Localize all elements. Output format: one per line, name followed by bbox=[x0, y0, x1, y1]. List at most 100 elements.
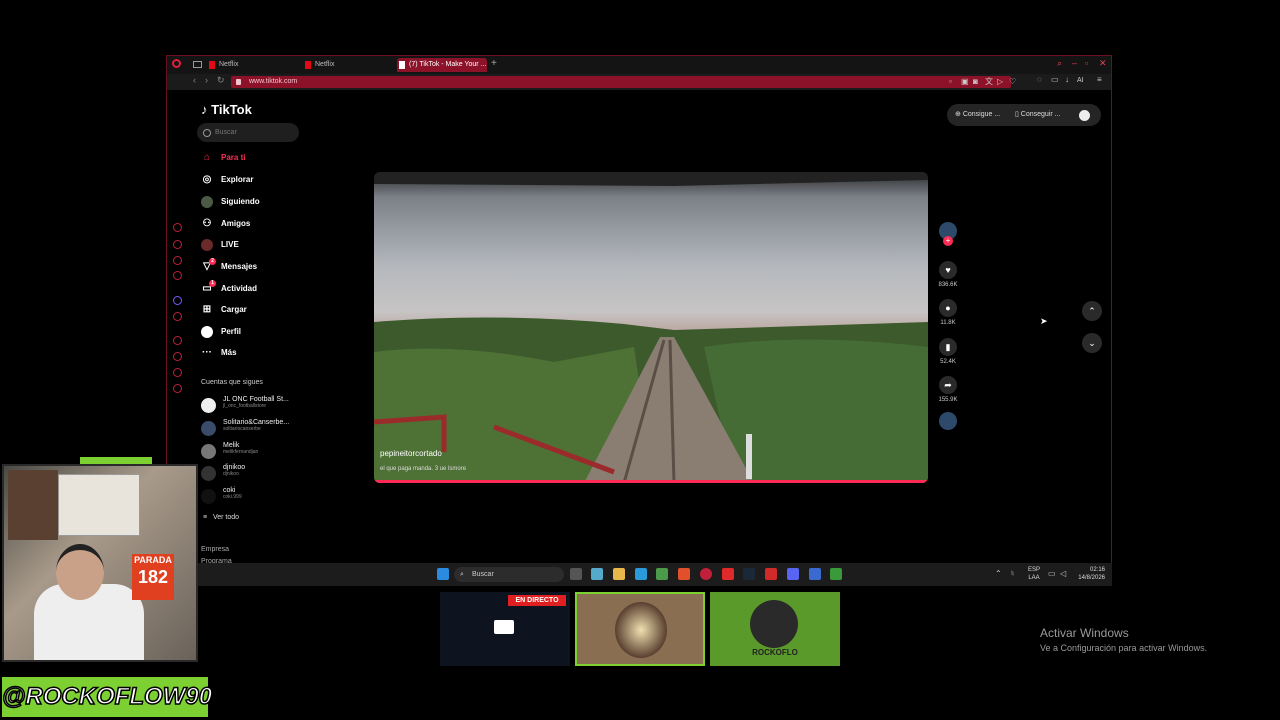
avatar bbox=[201, 421, 216, 436]
menu-icon[interactable]: ≡ bbox=[1097, 76, 1105, 84]
download-icon[interactable]: ↓ bbox=[1065, 76, 1073, 84]
lock-icon bbox=[236, 79, 241, 85]
extension-icon[interactable]: ▫ bbox=[949, 78, 957, 86]
history-icon[interactable] bbox=[173, 223, 182, 232]
mic-icon[interactable]: ♮ bbox=[1011, 569, 1014, 578]
wallet-icon[interactable]: ▭ bbox=[1051, 76, 1059, 84]
twitch-icon[interactable] bbox=[173, 296, 182, 305]
search-input[interactable]: Buscar bbox=[197, 123, 299, 142]
opera-icon[interactable] bbox=[700, 568, 712, 580]
language-indicator[interactable]: ESP LAA bbox=[1028, 566, 1040, 582]
url-field[interactable]: www.tiktok.com ▫ ▣ ◙ 文 ▷ ♡ bbox=[231, 76, 1016, 88]
app-icon[interactable] bbox=[765, 568, 777, 580]
settings-icon[interactable] bbox=[173, 384, 182, 393]
vpn-icon[interactable]: ◙ bbox=[973, 78, 981, 86]
new-tab-button[interactable]: + bbox=[491, 58, 497, 69]
windows-taskbar: ⌕ Buscar ⌃ ♮ ESP LAA ▭ ◁ 02:16 14/8/2026 bbox=[195, 563, 1112, 586]
app-icon[interactable] bbox=[809, 568, 821, 580]
chevron-up-icon[interactable]: ⌃ bbox=[995, 569, 1002, 578]
share-button[interactable]: ➦ 155.9K bbox=[937, 376, 959, 403]
promo-item[interactable]: ⊕ Consigue ... bbox=[955, 104, 1000, 126]
reload-button[interactable]: ↻ bbox=[217, 75, 225, 86]
translate-icon[interactable]: 文 bbox=[985, 78, 993, 86]
opera-logo-icon[interactable] bbox=[172, 59, 181, 68]
ai-button[interactable]: AI bbox=[1077, 77, 1084, 84]
search-icon[interactable]: ⌕ bbox=[1057, 58, 1062, 69]
taskbar-search[interactable]: ⌕ Buscar bbox=[454, 567, 564, 582]
notifications-icon[interactable] bbox=[173, 240, 182, 249]
forward-button[interactable]: › bbox=[205, 75, 208, 85]
app-icon[interactable] bbox=[830, 568, 842, 580]
video-username[interactable]: pepineitorcortado bbox=[380, 449, 442, 458]
tiktok-logo[interactable]: ♪ TikTok bbox=[201, 102, 252, 117]
tab-menu-icon[interactable] bbox=[193, 61, 202, 68]
nav-explorar[interactable]: ◎ Explorar bbox=[201, 172, 254, 188]
store-icon[interactable] bbox=[656, 568, 668, 580]
account-item[interactable]: JL ONC Football St... jl_onc_footballstor… bbox=[201, 396, 289, 418]
heart-icon[interactable]: ♡ bbox=[1009, 78, 1017, 86]
x-icon[interactable] bbox=[173, 312, 182, 321]
nav-actividad[interactable]: ▭ 1 Actividad bbox=[201, 280, 257, 297]
toggle-icon[interactable] bbox=[1079, 110, 1090, 121]
task-view-icon[interactable] bbox=[570, 568, 582, 580]
nav-mas[interactable]: ··· Más bbox=[201, 345, 237, 361]
close-button[interactable]: ✕ bbox=[1099, 58, 1107, 69]
streamer-handle: @ROCKOFLOW90 bbox=[1, 677, 213, 717]
nav-para-ti[interactable]: ⌂ Para ti bbox=[201, 150, 246, 166]
certificate-image bbox=[58, 474, 140, 536]
chat-icon[interactable]: ◌ bbox=[1037, 76, 1045, 84]
music-disc[interactable] bbox=[937, 412, 959, 430]
maximize-button[interactable]: ▫ bbox=[1085, 58, 1088, 68]
file-explorer-icon[interactable] bbox=[613, 568, 625, 580]
tab-netflix-1[interactable]: Netflix bbox=[207, 58, 299, 72]
clock[interactable]: 02:16 14/8/2026 bbox=[1075, 566, 1105, 582]
person-face bbox=[56, 544, 104, 600]
steam-icon[interactable] bbox=[743, 568, 755, 580]
network-icon[interactable]: ▭ bbox=[1048, 569, 1056, 578]
creator-avatar[interactable]: + bbox=[937, 222, 959, 246]
discord-icon[interactable] bbox=[787, 568, 799, 580]
back-button[interactable]: ‹ bbox=[193, 75, 196, 85]
account-item[interactable]: coki coki.999 bbox=[201, 487, 242, 509]
edge-icon[interactable] bbox=[635, 568, 647, 580]
windows-start-icon[interactable] bbox=[437, 568, 449, 580]
avatar bbox=[201, 466, 216, 481]
tab-netflix-2[interactable]: Netflix bbox=[303, 58, 395, 72]
nav-cargar[interactable]: ⊞ Cargar bbox=[201, 302, 247, 318]
comment-button[interactable]: ● 11.8K bbox=[937, 299, 959, 326]
previous-video-button[interactable]: ⌃ bbox=[1082, 301, 1102, 321]
snapshot-icon[interactable]: ▣ bbox=[961, 78, 969, 86]
instagram-icon[interactable] bbox=[173, 271, 182, 280]
music-icon[interactable] bbox=[173, 336, 182, 345]
bubble-icon[interactable] bbox=[173, 368, 182, 377]
avatar bbox=[750, 600, 798, 648]
brave-icon[interactable] bbox=[678, 568, 690, 580]
volume-icon[interactable]: ◁ bbox=[1060, 569, 1066, 578]
footer-link[interactable]: Empresa bbox=[201, 546, 229, 553]
promo-item[interactable]: ▯ Conseguir ... bbox=[1015, 104, 1060, 126]
video-player[interactable]: pepineitorcortado el que paga manda. 3 u… bbox=[374, 172, 928, 483]
follow-button[interactable]: + bbox=[943, 236, 953, 246]
nav-amigos[interactable]: ⚇ Amigos bbox=[201, 216, 251, 232]
account-item[interactable]: Melik melikfernandjan bbox=[201, 442, 258, 464]
bookmark-button[interactable]: ▮ 52.4K bbox=[937, 338, 959, 365]
account-item[interactable]: djnikoo djnikoo bbox=[201, 464, 245, 486]
account-item[interactable]: Solitario&Canserbe... solitariocanserbe bbox=[201, 419, 289, 441]
play-icon[interactable]: ▷ bbox=[997, 78, 1005, 86]
netflix-icon bbox=[305, 61, 311, 69]
like-button[interactable]: ♥ 836.6K bbox=[937, 261, 959, 288]
next-video-button[interactable]: ⌄ bbox=[1082, 333, 1102, 353]
messenger-icon[interactable] bbox=[173, 256, 182, 265]
see-all-link[interactable]: ≡ Ver todo bbox=[203, 514, 239, 521]
clock-icon[interactable] bbox=[173, 352, 182, 361]
nav-perfil[interactable]: Perfil bbox=[201, 324, 241, 340]
stream-thumbnail: EN DIRECTO bbox=[440, 592, 570, 666]
home-icon: ⌂ bbox=[203, 152, 211, 163]
nav-live[interactable]: LIVE bbox=[201, 237, 239, 253]
nav-siguiendo[interactable]: Siguiendo bbox=[201, 194, 260, 210]
widgets-icon[interactable] bbox=[591, 568, 603, 580]
app-icon[interactable] bbox=[722, 568, 734, 580]
tab-tiktok[interactable]: (7) TikTok - Make Your ... bbox=[397, 58, 487, 72]
minimize-button[interactable]: – bbox=[1072, 58, 1077, 68]
nav-mensajes[interactable]: ▽ 2 Mensajes bbox=[201, 258, 257, 275]
